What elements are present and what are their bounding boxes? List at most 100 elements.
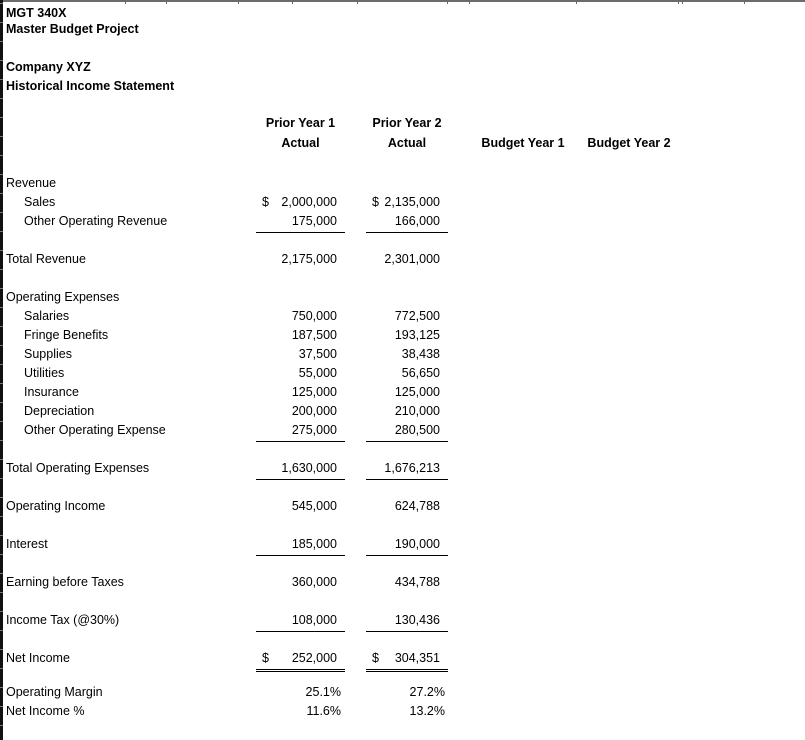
currency-symbol: $	[372, 651, 379, 665]
row-label: Fringe Benefits	[24, 328, 109, 342]
prior-year-2-value[interactable]: 1,676,213	[366, 459, 440, 478]
underline	[366, 631, 448, 632]
prior-year-1-value[interactable]: 108,000	[256, 611, 337, 630]
prior-year-2-value[interactable]: 190,000	[366, 535, 440, 554]
prior-year-2-value[interactable]: 125,000	[366, 383, 440, 402]
table-row-supplies[interactable]: Supplies 37,500 38,438	[0, 345, 805, 364]
prior-year-2-value[interactable]: 193,125	[366, 326, 440, 345]
prior-year-1-value[interactable]: 200,000	[256, 402, 337, 421]
prior-year-1-value[interactable]: 187,500	[256, 326, 337, 345]
row-label: Salaries	[24, 309, 70, 323]
underline	[366, 479, 448, 480]
row-label: Sales	[24, 195, 56, 209]
prior-year-2-value[interactable]: 772,500	[366, 307, 440, 326]
sheet-top-border	[0, 0, 805, 2]
prior-year-2-value[interactable]: 27.2%	[366, 683, 445, 702]
row-label: Net Income %	[6, 704, 85, 718]
prior-year-1-value[interactable]: 275,000	[256, 421, 337, 440]
table-row-income-tax[interactable]: Income Tax (@30%) 108,000 130,436	[0, 611, 805, 632]
header-prior-year-2-actual: Actual	[387, 136, 427, 150]
underline	[366, 555, 448, 556]
prior-year-1-value[interactable]: 750,000	[256, 307, 337, 326]
prior-year-2-value[interactable]: 56,650	[366, 364, 440, 383]
table-row-total-operating-expenses[interactable]: Total Operating Expenses 1,630,000 1,676…	[0, 459, 805, 480]
row-separator	[0, 440, 3, 441]
prior-year-2-value[interactable]: 166,000	[366, 212, 440, 231]
row-label: Income Tax (@30%)	[6, 613, 120, 627]
header-prior-year-1: Prior Year 1	[265, 116, 336, 130]
row-label: Supplies	[24, 347, 72, 361]
prior-year-1-value[interactable]: 545,000	[256, 497, 337, 516]
company-row[interactable]: Company XYZ	[0, 58, 805, 77]
table-row-total-revenue[interactable]: Total Revenue 2,175,000 2,301,000	[0, 250, 805, 269]
row-separator	[0, 231, 3, 232]
row-label: Insurance	[24, 385, 79, 399]
table-row-utilities[interactable]: Utilities 55,000 56,650	[0, 364, 805, 383]
revenue-heading-row[interactable]: Revenue	[0, 174, 805, 193]
prior-year-2-value[interactable]: $304,351	[366, 649, 440, 668]
row-label: Operating Margin	[6, 685, 103, 699]
prior-year-1-value[interactable]: 185,000	[256, 535, 337, 554]
prior-year-1-value[interactable]: 2,175,000	[256, 250, 337, 269]
header-budget-year-2: Budget Year 2	[587, 136, 671, 150]
prior-year-1-value[interactable]: 1,630,000	[256, 459, 337, 478]
table-row-net-income-percent[interactable]: Net Income % 11.6% 13.2%	[0, 702, 805, 721]
underline	[256, 555, 345, 556]
prior-year-1-value[interactable]: 55,000	[256, 364, 337, 383]
prior-year-2-value[interactable]: 2,301,000	[366, 250, 440, 269]
row-separator	[0, 516, 3, 517]
prior-year-1-value[interactable]: 175,000	[256, 212, 337, 231]
prior-year-2-value[interactable]: 280,500	[366, 421, 440, 440]
table-row-net-income[interactable]: Net Income $252,000 $304,351	[0, 649, 805, 672]
prior-year-1-value[interactable]: 25.1%	[256, 683, 341, 702]
underline	[366, 441, 448, 442]
prior-year-2-value[interactable]: 13.2%	[366, 702, 445, 721]
row-label: Depreciation	[24, 404, 95, 418]
row-label: Interest	[6, 537, 48, 551]
row-separator	[0, 98, 3, 99]
prior-year-2-value[interactable]: 130,436	[366, 611, 440, 630]
table-row-sales[interactable]: Sales $2,000,000 $2,135,000	[0, 193, 805, 212]
prior-year-2-value[interactable]: 210,000	[366, 402, 440, 421]
prior-year-2-value[interactable]: $2,135,000	[366, 193, 440, 212]
table-row-operating-margin[interactable]: Operating Margin 25.1% 27.2%	[0, 683, 805, 702]
table-row-other-operating-expense[interactable]: Other Operating Expense 275,000 280,500	[0, 421, 805, 442]
project-row[interactable]: Master Budget Project	[0, 20, 805, 39]
project-title: Master Budget Project	[6, 22, 139, 36]
prior-year-1-value[interactable]: 37,500	[256, 345, 337, 364]
currency-symbol: $	[372, 195, 379, 209]
row-separator	[0, 117, 3, 118]
prior-year-1-value[interactable]: 125,000	[256, 383, 337, 402]
row-separator	[0, 155, 3, 156]
table-row-fringe-benefits[interactable]: Fringe Benefits 187,500 193,125	[0, 326, 805, 345]
table-row-depreciation[interactable]: Depreciation 200,000 210,000	[0, 402, 805, 421]
prior-year-2-value[interactable]: 434,788	[366, 573, 440, 592]
expenses-heading-row[interactable]: Operating Expenses	[0, 288, 805, 307]
table-row-other-operating-revenue[interactable]: Other Operating Revenue 175,000 166,000	[0, 212, 805, 233]
underline	[256, 441, 345, 442]
header-prior-year-1-actual: Actual	[281, 136, 320, 150]
company-name: Company XYZ	[6, 60, 91, 74]
underline	[256, 631, 345, 632]
table-row-salaries[interactable]: Salaries 750,000 772,500	[0, 307, 805, 326]
row-separator	[0, 41, 3, 42]
row-label: Other Operating Expense	[24, 423, 166, 437]
row-separator	[0, 478, 3, 479]
table-row-interest[interactable]: Interest 185,000 190,000	[0, 535, 805, 556]
prior-year-1-value[interactable]: 360,000	[256, 573, 337, 592]
double-underline	[256, 669, 345, 672]
prior-year-1-value[interactable]: $2,000,000	[256, 193, 337, 212]
underline	[366, 232, 448, 233]
expenses-heading: Operating Expenses	[6, 290, 120, 304]
row-label: Total Revenue	[6, 252, 86, 266]
row-label: Operating Income	[6, 499, 106, 513]
table-row-operating-income[interactable]: Operating Income 545,000 624,788	[0, 497, 805, 516]
table-row-insurance[interactable]: Insurance 125,000 125,000	[0, 383, 805, 402]
table-row-earning-before-taxes[interactable]: Earning before Taxes 360,000 434,788	[0, 573, 805, 592]
prior-year-1-value[interactable]: $252,000	[256, 649, 337, 668]
prior-year-1-value[interactable]: 11.6%	[256, 702, 341, 721]
prior-year-2-value[interactable]: 38,438	[366, 345, 440, 364]
currency-symbol: $	[262, 195, 269, 209]
prior-year-2-value[interactable]: 624,788	[366, 497, 440, 516]
statement-row[interactable]: Historical Income Statement	[0, 77, 805, 96]
